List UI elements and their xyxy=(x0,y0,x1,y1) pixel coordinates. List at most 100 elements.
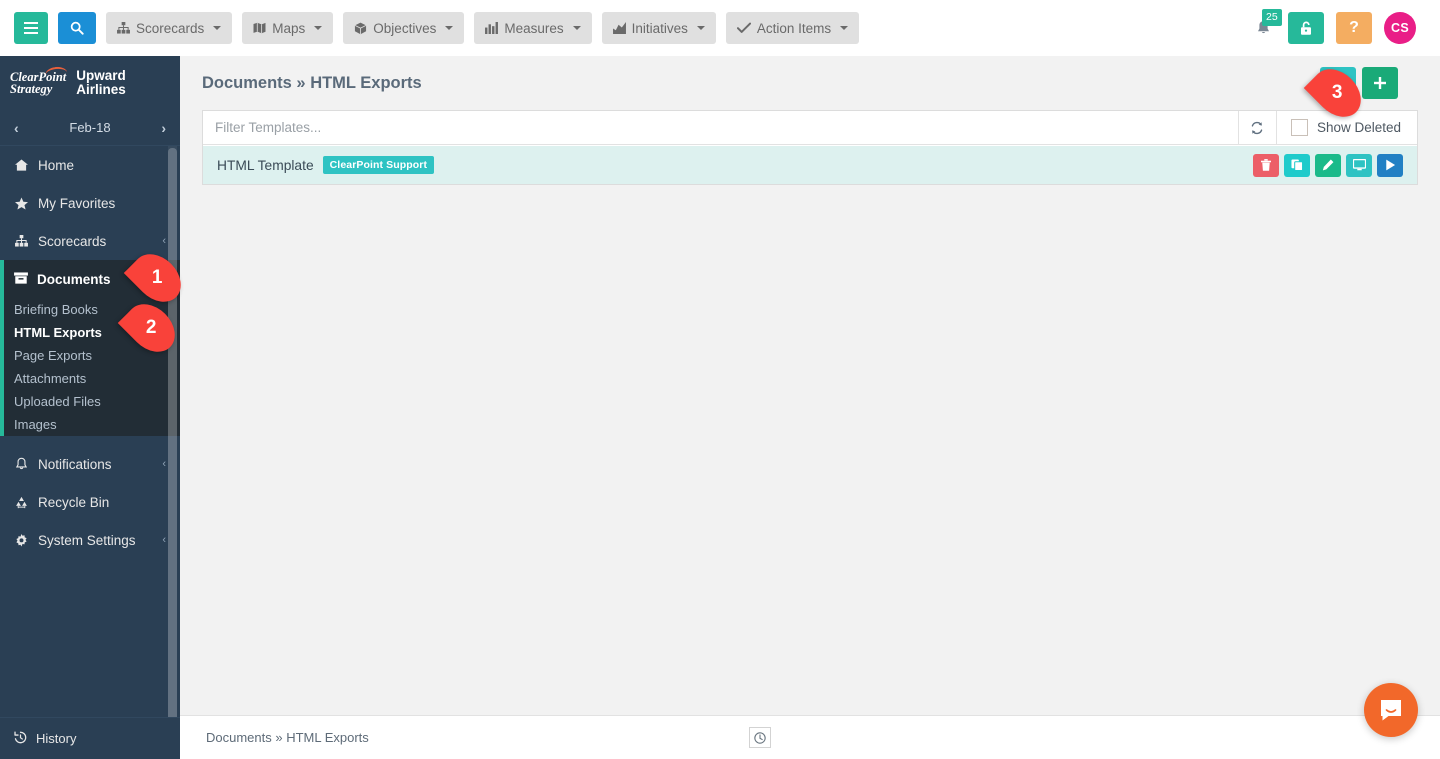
period-selector: ‹ Feb-18 › xyxy=(0,110,180,146)
sidebar-item-system-settings-label: System Settings xyxy=(38,532,136,548)
sidebar-item-documents-label: Documents xyxy=(37,271,111,287)
monitor-icon xyxy=(1352,159,1366,171)
hamburger-icon xyxy=(24,22,38,34)
sidebar-item-my-favorites-label: My Favorites xyxy=(38,195,116,211)
sidebar-item-system-settings[interactable]: System Settings ‹ xyxy=(0,521,180,559)
edit-template-button[interactable] xyxy=(1315,153,1341,177)
nav-menu-scorecards-label: Scorecards xyxy=(136,20,205,36)
copy-template-button[interactable] xyxy=(1284,153,1310,177)
intercom-chat-launcher[interactable] xyxy=(1364,683,1418,737)
sidebar-nav: Home My Favorites Scorecards ‹ Documents… xyxy=(0,146,180,759)
run-template-button[interactable] xyxy=(1377,153,1403,177)
nav-menu-initiatives[interactable]: Initiatives xyxy=(601,12,716,44)
sidebar-item-images[interactable]: Images xyxy=(4,413,180,436)
check-icon xyxy=(736,22,751,34)
sidebar-item-notifications-label: Notifications xyxy=(38,456,112,472)
nav-menu-measures-label: Measures xyxy=(504,20,564,36)
sidebar-item-attachments[interactable]: Attachments xyxy=(4,367,180,390)
sidebar-item-my-favorites[interactable]: My Favorites xyxy=(0,184,180,222)
sidebar-item-scorecards-label: Scorecards xyxy=(38,233,107,249)
global-search-button[interactable] xyxy=(58,12,96,44)
breadcrumb: Documents » HTML Exports xyxy=(206,730,369,745)
table-row[interactable]: HTML Template ClearPoint Support xyxy=(203,145,1417,184)
top-bar-right-group: 25 ? CS xyxy=(1250,9,1426,44)
top-navigation-bar: Scorecards Maps Objectives Measures Init… xyxy=(0,0,1440,56)
play-icon xyxy=(1385,159,1395,171)
sidebar-item-history[interactable]: History xyxy=(0,717,180,759)
brand-header[interactable]: ClearPoint Strategy Upward Airlines xyxy=(0,56,180,110)
help-button[interactable]: ? xyxy=(1336,12,1372,44)
trash-icon xyxy=(1261,159,1271,171)
sidebar-item-home-label: Home xyxy=(38,157,75,173)
pencil-icon xyxy=(1322,159,1334,171)
bar-chart-icon xyxy=(485,22,499,34)
clock-icon xyxy=(754,731,766,744)
avatar-initials: CS xyxy=(1391,21,1409,35)
copy-icon xyxy=(1291,159,1303,171)
filter-templates-input[interactable] xyxy=(203,111,1238,144)
delete-template-button[interactable] xyxy=(1253,153,1279,177)
annotation-pin-3-number: 3 xyxy=(1331,81,1343,103)
brand-product-line2: Strategy xyxy=(10,82,53,96)
nav-menu-objectives-label: Objectives xyxy=(373,20,437,36)
chevron-left-icon: ‹ xyxy=(162,235,166,247)
template-name: HTML Template xyxy=(217,157,314,173)
nav-menu-maps[interactable]: Maps xyxy=(242,12,334,44)
sidebar-item-notifications[interactable]: Notifications ‹ xyxy=(0,445,180,483)
footer-bar: Documents » HTML Exports xyxy=(180,715,1440,759)
sidebar-item-html-exports-label: HTML Exports xyxy=(14,325,102,340)
gear-icon xyxy=(14,533,29,547)
refresh-button[interactable] xyxy=(1237,111,1276,144)
sidebar-item-home[interactable]: Home xyxy=(0,146,180,184)
clearpoint-logo: ClearPoint Strategy xyxy=(10,65,68,96)
sidebar-item-page-exports-label: Page Exports xyxy=(14,348,93,363)
organization-name: Upward Airlines xyxy=(76,69,126,97)
bell-icon xyxy=(14,457,29,471)
filter-row: Show Deleted xyxy=(203,111,1417,145)
sidebar-item-images-label: Images xyxy=(14,417,57,432)
map-icon xyxy=(253,22,266,34)
nav-menu-action-items[interactable]: Action Items xyxy=(725,12,860,44)
nav-menu-measures[interactable]: Measures xyxy=(474,12,592,44)
period-prev-button[interactable]: ‹ xyxy=(14,120,19,136)
period-next-button[interactable]: › xyxy=(161,120,166,136)
sidebar-item-recycle-bin[interactable]: Recycle Bin xyxy=(0,483,180,521)
chevron-down-icon xyxy=(840,26,849,30)
template-tag-badge: ClearPoint Support xyxy=(322,156,435,174)
notification-count-badge: 25 xyxy=(1262,9,1282,26)
history-icon xyxy=(14,730,27,747)
nav-menu-initiatives-label: Initiatives xyxy=(631,20,688,36)
footer-clock-button[interactable] xyxy=(748,727,771,748)
user-avatar[interactable]: CS xyxy=(1384,12,1416,44)
notifications-button[interactable]: 25 xyxy=(1250,9,1282,43)
sidebar-item-uploaded-files-label: Uploaded Files xyxy=(14,394,101,409)
chevron-down-icon xyxy=(445,26,454,30)
period-label: Feb-18 xyxy=(69,120,111,135)
page-add-button[interactable] xyxy=(1362,67,1398,99)
templates-card: Show Deleted HTML Template ClearPoint Su… xyxy=(202,110,1418,185)
sidebar-item-uploaded-files[interactable]: Uploaded Files xyxy=(4,390,180,413)
show-deleted-checkbox[interactable] xyxy=(1290,119,1308,136)
sidebar-item-attachments-label: Attachments xyxy=(14,371,87,386)
main-content: Documents » HTML Exports Filter Template… xyxy=(180,56,1440,759)
sidebar-item-briefing-books-label: Briefing Books xyxy=(14,302,98,317)
nav-menu-scorecards[interactable]: Scorecards xyxy=(106,12,233,44)
sidebar-scrollbar[interactable] xyxy=(168,146,177,759)
hamburger-menu-button[interactable] xyxy=(14,12,48,44)
page-title: Documents » HTML Exports xyxy=(202,73,422,92)
chevron-down-icon xyxy=(314,26,323,30)
nav-menu-objectives[interactable]: Objectives xyxy=(343,12,465,44)
chat-bubble-icon xyxy=(1381,700,1401,721)
nav-menu-action-items-label: Action Items xyxy=(756,20,832,36)
nav-menu-maps-label: Maps xyxy=(272,20,306,36)
sidebar-scrollbar-thumb[interactable] xyxy=(168,148,177,728)
lock-button[interactable] xyxy=(1288,12,1324,44)
page-header: Documents » HTML Exports xyxy=(180,56,1440,110)
archive-icon xyxy=(14,271,28,287)
sidebar-item-recycle-bin-label: Recycle Bin xyxy=(38,494,110,510)
cube-icon xyxy=(354,22,367,35)
sitemap-icon xyxy=(117,22,130,34)
star-icon xyxy=(14,196,29,210)
unlock-icon xyxy=(1301,21,1311,35)
preview-template-button[interactable] xyxy=(1346,153,1372,177)
